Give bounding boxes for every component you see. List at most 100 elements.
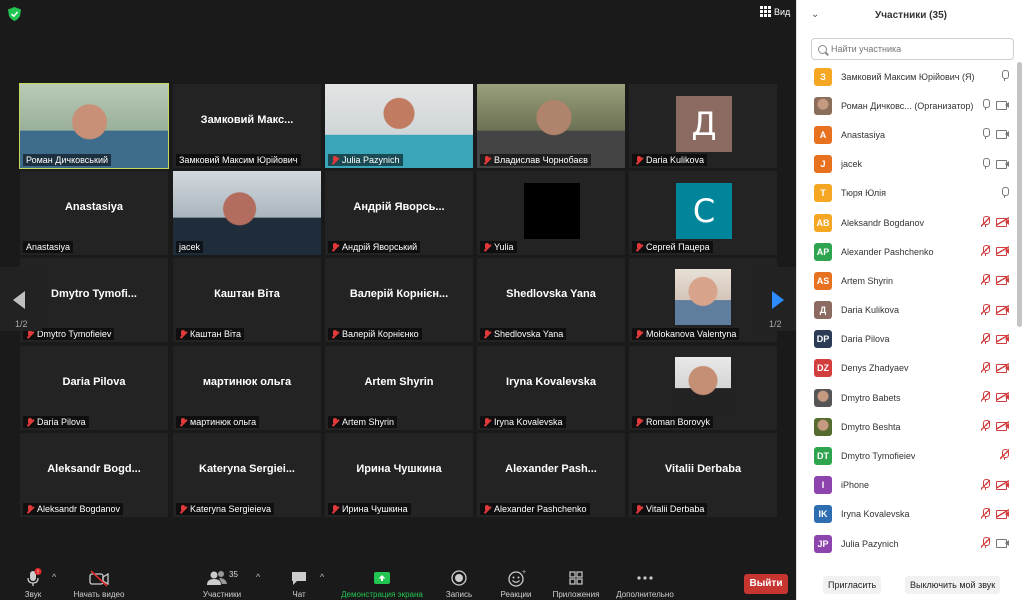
audio-options-caret[interactable]: ^ xyxy=(52,572,56,582)
mic-muted-icon xyxy=(483,504,491,514)
video-tile[interactable]: Alexander Pash... Alexander Pashchenko xyxy=(477,433,625,517)
participant-row[interactable]: Роман Дичковс... (Организатор) xyxy=(797,91,1021,120)
participant-status-icons xyxy=(981,157,1009,169)
video-tile[interactable]: Каштан Віта Каштан Віта xyxy=(173,258,321,342)
participant-name-label: Каштан Віта xyxy=(176,328,244,340)
video-tile[interactable]: Dmytro Tymofi... Dmytro Tymofieiev xyxy=(20,258,168,342)
next-page-indicator: 1/2 xyxy=(769,319,782,329)
video-tile[interactable]: Д Daria Kulikova xyxy=(629,84,777,168)
invite-button[interactable]: Пригласить xyxy=(823,576,882,594)
mic-muted-icon xyxy=(179,417,187,427)
participant-name: Julia Pazynich xyxy=(342,155,400,165)
shield-icon[interactable] xyxy=(8,7,21,21)
participant-avatar: Т xyxy=(814,184,832,203)
participant-name-label: Roman Borovyk xyxy=(632,416,714,428)
video-tile[interactable]: Aleksandr Bogd... Aleksandr Bogdanov xyxy=(20,433,168,517)
video-tile[interactable]: Замковий Макс... Замковий Максим Юрійович xyxy=(173,84,321,168)
participant-avatar xyxy=(814,96,832,115)
participant-row[interactable]: Dmytro Babets xyxy=(797,383,1021,412)
participant-name: Artem Shyrin xyxy=(342,417,395,427)
meeting-area: Вид Роман Дичковський Замковий Макс... Зам… xyxy=(0,0,796,600)
video-tile[interactable]: Kateryna Sergiei... Kateryna Sergieieva xyxy=(173,433,321,517)
apps-button[interactable]: Приложения xyxy=(548,568,604,599)
reactions-button[interactable]: + Реакции xyxy=(496,568,536,599)
share-screen-button[interactable]: Демонстрация экрана xyxy=(336,568,428,599)
participant-row[interactable]: AB Aleksandr Bogdanov xyxy=(797,208,1021,237)
participant-row[interactable]: Jjacek xyxy=(797,150,1021,179)
video-tile[interactable]: Anastasiya Anastasiya xyxy=(20,171,168,255)
participant-photo xyxy=(675,357,731,413)
participant-row[interactable]: JP Julia Pazynich xyxy=(797,529,1021,558)
participant-name: Роман Дичковський xyxy=(26,155,108,165)
participant-name: Замковий Максим Юрійович (Я) xyxy=(841,71,975,82)
participant-name-label: Ирина Чушкина xyxy=(328,503,411,515)
participants-options-caret[interactable]: ^ xyxy=(256,572,260,582)
next-page-button[interactable]: 1/2 xyxy=(754,267,796,331)
mic-muted-icon xyxy=(981,245,990,257)
video-tile[interactable]: Yulia xyxy=(477,171,625,255)
video-tile[interactable]: Ирина Чушкина Ирина Чушкина xyxy=(325,433,473,517)
mute-self-button[interactable]: Выключить мой звук xyxy=(905,576,1001,594)
mic-muted-icon xyxy=(331,155,339,165)
participant-name-label: Artem Shyrin xyxy=(328,416,398,428)
video-tile[interactable]: Artem Shyrin Artem Shyrin xyxy=(325,346,473,430)
video-tile[interactable]: Shedlovska Yana Shedlovska Yana xyxy=(477,258,625,342)
video-tile[interactable]: Roman Borovyk xyxy=(629,346,777,430)
participant-row[interactable]: DZ Denys Zhadyaev xyxy=(797,354,1021,383)
participant-status-icons xyxy=(981,537,1009,548)
participant-status-icons xyxy=(981,128,1009,140)
participant-row[interactable]: IK Iryna Kovalevska xyxy=(797,500,1021,529)
participant-name: Роман Дичковс... (Организатор) xyxy=(841,100,974,111)
video-tile[interactable]: Роман Дичковський xyxy=(19,83,169,169)
participant-display-name: Kateryna Sergiei... xyxy=(199,463,295,475)
participant-search[interactable] xyxy=(811,38,1014,60)
participant-row[interactable]: DT Dmytro Tymofieiev xyxy=(797,441,1021,470)
participant-row[interactable]: DP Daria Pilova xyxy=(797,325,1021,354)
video-tile[interactable]: Iryna Kovalevska Iryna Kovalevska xyxy=(477,346,625,430)
participant-row[interactable]: Т Тюря Юлія xyxy=(797,179,1021,208)
video-tile[interactable]: Валерій Корнієн... Валерій Корнієнко xyxy=(325,258,473,342)
participant-avatar: Д xyxy=(814,301,832,320)
participants-button[interactable]: 35 Участники xyxy=(198,568,246,600)
video-tile[interactable]: Daria Pilova Daria Pilova xyxy=(20,346,168,430)
participant-row[interactable]: AS Artem Shyrin xyxy=(797,266,1021,295)
meeting-toolbar: ! Звук ^ Начать видео 35 Участники ^ Чат… xyxy=(0,562,796,600)
video-tile[interactable]: мартинюк ольга мартинюк ольга xyxy=(173,346,321,430)
scrollbar[interactable] xyxy=(1017,62,1022,327)
record-button[interactable]: Запись xyxy=(440,568,478,599)
audio-button[interactable]: ! Звук xyxy=(14,568,52,599)
search-input[interactable] xyxy=(831,44,1001,54)
reactions-icon: + xyxy=(508,569,526,587)
chat-button[interactable]: Чат xyxy=(284,568,314,599)
participant-name-label: Замковий Максим Юрійович xyxy=(176,154,301,166)
participant-name: Julia Pazynich xyxy=(841,538,899,549)
participant-name: iPhone xyxy=(841,480,870,491)
video-tile[interactable]: jacek xyxy=(173,171,321,255)
participant-row[interactable]: A Anastasiya xyxy=(797,120,1021,149)
participant-avatar: DP xyxy=(814,330,832,349)
chat-options-caret[interactable]: ^ xyxy=(320,572,324,582)
prev-page-button[interactable]: 1/2 xyxy=(0,267,42,331)
video-tile[interactable]: Владислав Чорнобаєв xyxy=(477,84,625,168)
participant-row[interactable]: Dmytro Beshta xyxy=(797,412,1021,441)
video-tile[interactable]: Андрій Яворсь... Андрій Яворський xyxy=(325,171,473,255)
participant-name: Iryna Kovalevska xyxy=(494,417,563,427)
participant-status-icons xyxy=(1000,449,1009,461)
participant-row[interactable]: AP Alexander Pashchenko xyxy=(797,237,1021,266)
participant-name-label: Kateryna Sergieieva xyxy=(176,503,275,515)
view-button[interactable]: Вид xyxy=(760,6,790,17)
video-icon xyxy=(996,159,1009,169)
start-video-label: Начать видео xyxy=(73,590,125,599)
participant-row[interactable]: IiPhone xyxy=(797,471,1021,500)
participant-name: Aleksandr Bogdanov xyxy=(841,217,925,228)
start-video-button[interactable]: Начать видео xyxy=(66,568,132,599)
participant-row[interactable]: З Замковий Максим Юрійович (Я) xyxy=(797,62,1021,91)
participant-row[interactable]: Д Daria Kulikova xyxy=(797,296,1021,325)
video-tile[interactable]: Vitalii Derbaba Vitalii Derbaba xyxy=(629,433,777,517)
leave-button[interactable]: Выйти xyxy=(744,574,788,594)
more-button[interactable]: Дополнительно xyxy=(612,568,678,599)
participant-status-icons xyxy=(981,420,1009,432)
video-tile[interactable]: С Сергей Пацера xyxy=(629,171,777,255)
video-tile[interactable]: Julia Pazynich xyxy=(325,84,473,168)
participant-status-icons xyxy=(1000,186,1009,198)
